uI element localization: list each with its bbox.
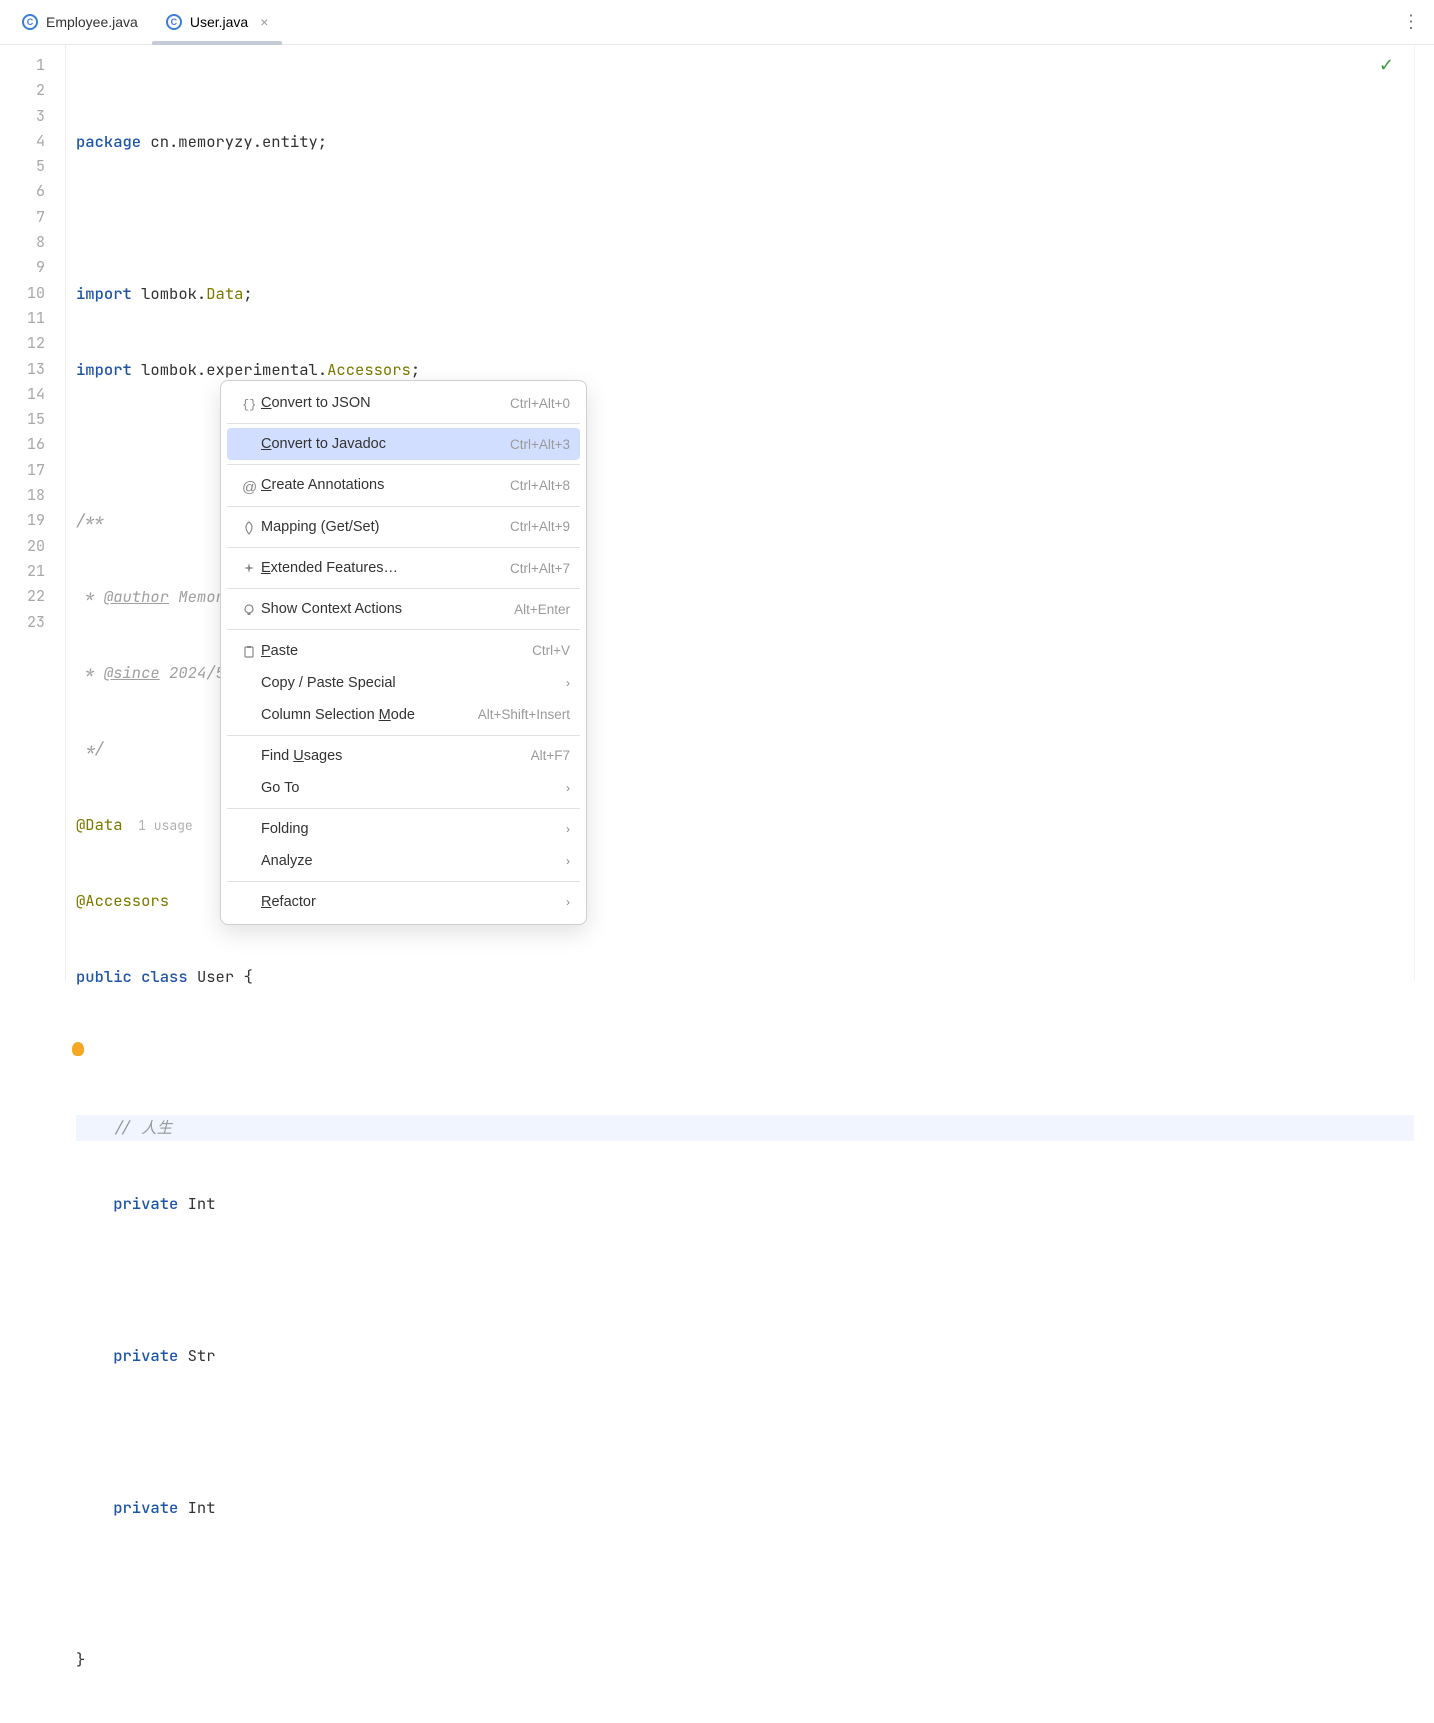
context-menu: {} Convert to JSON Ctrl+Alt+0 Convert to Ja… <box>220 380 587 925</box>
line-number[interactable]: 16 <box>0 432 45 457</box>
line-number[interactable]: 9 <box>0 255 45 280</box>
intention-bulb-icon[interactable] <box>72 1042 84 1056</box>
menu-item-analyze[interactable]: Analyze › <box>227 845 580 877</box>
menu-separator <box>227 547 580 548</box>
tab-employee[interactable]: C Employee.java <box>8 0 152 44</box>
at-icon: @ <box>237 477 261 493</box>
line-number[interactable]: 20 <box>0 534 45 559</box>
class-icon: C <box>166 14 182 30</box>
menu-label: Create Annotations <box>261 477 500 493</box>
current-line-highlight <box>76 1115 1414 1140</box>
line-number[interactable]: 1 <box>0 53 45 78</box>
line-number[interactable]: 2 <box>0 78 45 103</box>
menu-item-convert-to-json[interactable]: {} Convert to JSON Ctrl+Alt+0 <box>227 387 580 419</box>
tab-user[interactable]: C User.java × <box>152 0 283 44</box>
line-number[interactable]: 4 <box>0 129 45 154</box>
menu-label: Copy / Paste Special <box>261 675 556 691</box>
chevron-right-icon: › <box>566 895 570 909</box>
menu-label: Folding <box>261 821 556 837</box>
chevron-right-icon: › <box>566 781 570 795</box>
menu-separator <box>227 881 580 882</box>
menu-item-column-selection-mode[interactable]: Column Selection Mode Alt+Shift+Insert <box>227 699 580 731</box>
line-number[interactable]: 8 <box>0 230 45 255</box>
menu-label: Convert to Javadoc <box>261 436 500 452</box>
bulb-icon <box>237 601 261 617</box>
menu-item-refactor[interactable]: Refactor › <box>227 886 580 918</box>
menu-shortcut: Ctrl+Alt+0 <box>510 396 570 411</box>
chevron-right-icon: › <box>566 822 570 836</box>
menu-item-copy-paste-special[interactable]: Copy / Paste Special › <box>227 667 580 699</box>
menu-label: Column Selection Mode <box>261 707 468 723</box>
class-icon: C <box>22 14 38 30</box>
line-number[interactable]: 3 <box>0 104 45 129</box>
menu-label: Mapping (Get/Set) <box>261 519 500 535</box>
line-number[interactable]: 17 <box>0 458 45 483</box>
menu-item-convert-to-javadoc[interactable]: Convert to Javadoc Ctrl+Alt+3 <box>227 428 580 460</box>
line-number[interactable]: 23 <box>0 610 45 635</box>
menu-shortcut: Ctrl+Alt+7 <box>510 561 570 576</box>
menu-label: Go To <box>261 780 556 796</box>
right-gutter <box>1414 45 1434 980</box>
line-number[interactable]: 14 <box>0 382 45 407</box>
line-number[interactable]: 13 <box>0 357 45 382</box>
menu-label: Convert to JSON <box>261 395 500 411</box>
menu-separator <box>227 588 580 589</box>
line-number[interactable]: 5 <box>0 154 45 179</box>
paste-icon <box>237 642 261 658</box>
menu-label: Find Usages <box>261 748 521 764</box>
line-number[interactable]: 11 <box>0 306 45 331</box>
menu-separator <box>227 464 580 465</box>
svg-text:{}: {} <box>242 398 256 411</box>
menu-separator <box>227 423 580 424</box>
line-number[interactable]: 19 <box>0 508 45 533</box>
menu-item-go-to[interactable]: Go To › <box>227 772 580 804</box>
menu-shortcut: Alt+Enter <box>514 602 570 617</box>
menu-separator <box>227 808 580 809</box>
sparkle-icon <box>237 560 261 576</box>
menu-shortcut: Alt+Shift+Insert <box>478 707 570 722</box>
chevron-right-icon: › <box>566 854 570 868</box>
menu-separator <box>227 629 580 630</box>
menu-shortcut: Ctrl+Alt+9 <box>510 519 570 534</box>
menu-shortcut: Ctrl+Alt+8 <box>510 478 570 493</box>
line-number[interactable]: 18 <box>0 483 45 508</box>
menu-label: Extended Features… <box>261 560 500 576</box>
line-number[interactable]: 21 <box>0 559 45 584</box>
more-icon[interactable]: ⋮ <box>1402 12 1420 33</box>
chevron-right-icon: › <box>566 676 570 690</box>
line-number[interactable]: 6 <box>0 179 45 204</box>
braces-icon: {} <box>237 395 261 411</box>
menu-shortcut: Alt+F7 <box>531 748 570 763</box>
line-number[interactable]: 10 <box>0 281 45 306</box>
checkmark-icon[interactable]: ✓ <box>1379 53 1394 78</box>
tab-bar: C Employee.java C User.java × ⋮ <box>0 0 1434 45</box>
menu-item-paste[interactable]: Paste Ctrl+V <box>227 634 580 666</box>
line-number[interactable]: 15 <box>0 407 45 432</box>
menu-separator <box>227 506 580 507</box>
usage-hint[interactable]: 1 usage <box>123 817 193 834</box>
menu-item-extended-features[interactable]: Extended Features… Ctrl+Alt+7 <box>227 552 580 584</box>
menu-item-create-annotations[interactable]: @ Create Annotations Ctrl+Alt+8 <box>227 469 580 501</box>
svg-text:@: @ <box>242 480 256 494</box>
menu-item-mapping-get-set[interactable]: Mapping (Get/Set) Ctrl+Alt+9 <box>227 511 580 543</box>
leaf-icon <box>237 519 261 535</box>
line-number[interactable]: 22 <box>0 584 45 609</box>
editor-area: 1234567891011121314151617181920212223 ✓ … <box>0 45 1434 980</box>
line-gutter: 1234567891011121314151617181920212223 <box>0 45 66 980</box>
menu-item-find-usages[interactable]: Find Usages Alt+F7 <box>227 740 580 772</box>
menu-label: Analyze <box>261 853 556 869</box>
line-number[interactable]: 7 <box>0 205 45 230</box>
tab-title: Employee.java <box>46 14 138 30</box>
menu-label: Refactor <box>261 894 556 910</box>
close-icon[interactable]: × <box>260 14 268 30</box>
menu-label: Paste <box>261 643 522 659</box>
menu-item-folding[interactable]: Folding › <box>227 813 580 845</box>
menu-shortcut: Ctrl+V <box>532 643 570 658</box>
menu-separator <box>227 735 580 736</box>
menu-shortcut: Ctrl+Alt+3 <box>510 437 570 452</box>
menu-label: Show Context Actions <box>261 601 504 617</box>
menu-item-show-context-actions[interactable]: Show Context Actions Alt+Enter <box>227 593 580 625</box>
tab-title: User.java <box>190 14 248 30</box>
line-number[interactable]: 12 <box>0 331 45 356</box>
